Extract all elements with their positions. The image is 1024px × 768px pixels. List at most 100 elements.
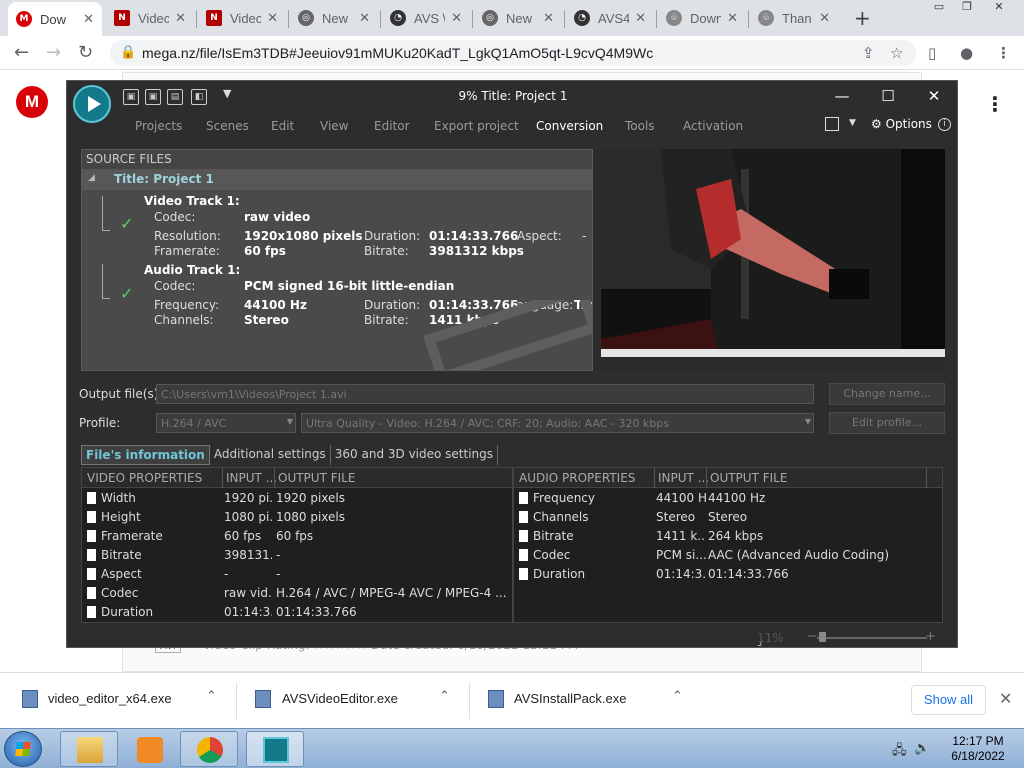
table-row[interactable]: Framerate 60 fps 60 fps xyxy=(82,527,512,546)
column-divider[interactable] xyxy=(926,468,927,488)
tab-files-information[interactable]: File's information xyxy=(81,445,210,465)
download-item-name[interactable]: AVSVideoEditor.exe xyxy=(282,691,398,706)
menu-view[interactable]: View xyxy=(320,119,348,133)
taskbar-media-player[interactable] xyxy=(120,731,178,767)
side-panel-icon[interactable]: ▯ xyxy=(928,44,936,62)
change-name-button[interactable]: Change name... xyxy=(829,383,945,405)
avs-maximize-icon[interactable]: ☐ xyxy=(877,87,899,105)
chevron-up-icon[interactable]: ⌃ xyxy=(672,689,683,704)
project-tree-item[interactable]: ◢ Title: Project 1 xyxy=(82,170,592,190)
table-row[interactable]: Duration01:14:3...01:14:33.766 xyxy=(82,603,512,622)
taskbar-avs-editor[interactable] xyxy=(246,731,304,767)
options-button[interactable]: ⚙ Options xyxy=(871,117,932,131)
table-row[interactable]: Bitrate 1411 k... 264 kbps xyxy=(514,527,942,546)
column-header[interactable]: VIDEO PROPERTIES xyxy=(87,471,202,485)
table-row[interactable]: Bitrate 398131...- xyxy=(82,546,512,565)
mega-logo[interactable]: M xyxy=(16,86,48,118)
collapse-triangle-icon[interactable]: ◢ xyxy=(88,173,95,183)
edit-profile-button[interactable]: Edit profile... xyxy=(829,412,945,434)
open-project-icon[interactable]: ▣ xyxy=(145,89,161,105)
restore-icon[interactable]: ❐ xyxy=(952,0,982,16)
column-header[interactable]: OUTPUT FILE xyxy=(278,471,355,485)
close-tab-icon[interactable]: ✕ xyxy=(727,11,738,26)
avs-close-icon[interactable]: ✕ xyxy=(923,87,945,105)
taskbar-explorer[interactable] xyxy=(60,731,118,767)
profile-preset-select[interactable]: Ultra Quality - Video: H.264 / AVC; CRF:… xyxy=(301,413,814,433)
network-icon[interactable]: 🖧 xyxy=(892,741,907,763)
menu-activation[interactable]: Activation xyxy=(683,119,743,133)
minimize-icon[interactable]: ▭ xyxy=(924,0,954,16)
browser-tab-new-1[interactable]: ◎ New ✕ xyxy=(290,4,378,32)
column-header[interactable]: AUDIO PROPERTIES xyxy=(519,471,635,485)
share-icon[interactable]: ⇪ xyxy=(862,44,875,62)
table-row[interactable]: Height 1080 pi... 1080 pixels xyxy=(82,508,512,527)
url-text[interactable]: mega.nz/file/IsEm3TDB#Jeeuiov91mMUKu20Ka… xyxy=(142,45,653,61)
column-divider[interactable] xyxy=(654,468,655,488)
download-item-name[interactable]: video_editor_x64.exe xyxy=(48,691,172,706)
save-project-icon[interactable]: ▤ xyxy=(167,89,183,105)
lock-icon[interactable]: 🔒 xyxy=(120,45,136,60)
table-row[interactable]: Aspect - - xyxy=(82,565,512,584)
checkmark-icon[interactable]: ✓ xyxy=(120,214,133,233)
system-clock[interactable]: 12:17 PM 6/18/2022 xyxy=(938,734,1018,764)
forward-icon[interactable]: → xyxy=(46,42,61,63)
show-all-button[interactable]: Show all xyxy=(911,685,986,715)
column-divider[interactable] xyxy=(706,468,707,488)
output-file-field[interactable]: C:\Users\vm1\Videos\Project 1.avi xyxy=(156,384,814,404)
avs-minimize-icon[interactable]: — xyxy=(831,87,853,105)
chrome-menu-icon[interactable]: ⋮ xyxy=(996,44,1011,62)
volume-icon[interactable]: 🔊 xyxy=(914,741,930,756)
tab-360-3d-settings[interactable]: 360 and 3D video settings xyxy=(331,445,499,465)
back-icon[interactable]: ← xyxy=(14,42,29,63)
table-row[interactable]: Channels Stereo Stereo xyxy=(514,508,942,527)
info-icon[interactable]: i xyxy=(938,118,951,131)
record-icon[interactable]: ◧ xyxy=(191,89,207,105)
menu-conversion[interactable]: Conversion xyxy=(536,119,603,133)
close-tab-icon[interactable]: ✕ xyxy=(359,11,370,26)
zoom-slider-handle[interactable] xyxy=(819,632,826,642)
browser-tab-new-2[interactable]: ◎ New ✕ xyxy=(474,4,562,32)
table-row[interactable]: Codec raw vid... H.264 / AVC / MPEG-4 AVC … xyxy=(82,584,512,603)
menu-editor[interactable]: Editor xyxy=(374,119,410,133)
close-tab-icon[interactable]: ✕ xyxy=(635,11,646,26)
column-header[interactable]: INPUT ... xyxy=(226,471,277,485)
new-tab-button[interactable]: + xyxy=(854,6,871,30)
menu-tools[interactable]: Tools xyxy=(625,119,655,133)
browser-tab-avs-2[interactable]: ◔ AVS4 ✕ xyxy=(566,4,654,32)
profile-format-select[interactable]: H.264 / AVC ▼ xyxy=(156,413,296,433)
menu-export-project[interactable]: Export project xyxy=(434,119,519,133)
bookmark-star-icon[interactable]: ☆ xyxy=(890,44,903,62)
browser-tab-avs-1[interactable]: ◔ AVS \ ✕ xyxy=(382,4,470,32)
zoom-in-icon[interactable]: + xyxy=(925,629,936,644)
close-tab-icon[interactable]: ✕ xyxy=(83,12,94,27)
mega-menu-icon[interactable]: ⋮ xyxy=(985,92,1005,116)
zoom-slider[interactable] xyxy=(817,637,927,639)
close-tab-icon[interactable]: ✕ xyxy=(267,11,278,26)
table-row[interactable]: Duration01:14:3...01:14:33.766 xyxy=(514,565,942,584)
new-project-icon[interactable]: ▣ xyxy=(123,89,139,105)
menu-projects[interactable]: Projects xyxy=(135,119,182,133)
table-row[interactable]: Codec PCM si... AAC (Advanced Audio Coding… xyxy=(514,546,942,565)
close-window-icon[interactable]: ✕ xyxy=(984,0,1014,16)
layout-dropdown-icon[interactable]: ▼ xyxy=(849,118,856,128)
table-row[interactable]: Frequency 44100 Hz44100 Hz xyxy=(514,489,942,508)
close-tab-icon[interactable]: ✕ xyxy=(451,11,462,26)
start-button[interactable] xyxy=(4,731,42,767)
tab-additional-settings[interactable]: Additional settings xyxy=(210,445,331,465)
column-divider[interactable] xyxy=(274,468,275,488)
chevron-up-icon[interactable]: ⌃ xyxy=(206,689,217,704)
address-bar[interactable]: 🔒 mega.nz/file/IsEm3TDB#Jeeuiov91mMUKu20… xyxy=(110,40,916,66)
taskbar-chrome[interactable] xyxy=(180,731,238,767)
close-tab-icon[interactable]: ✕ xyxy=(175,11,186,26)
close-tab-icon[interactable]: ✕ xyxy=(543,11,554,26)
close-shelf-icon[interactable]: ✕ xyxy=(999,689,1012,708)
checkmark-icon[interactable]: ✓ xyxy=(120,284,133,303)
column-header[interactable]: INPUT ... xyxy=(658,471,709,485)
column-header[interactable]: OUTPUT FILE xyxy=(710,471,787,485)
browser-tab-nch-1[interactable]: N Videc ✕ xyxy=(106,4,194,32)
menu-edit[interactable]: Edit xyxy=(271,119,294,133)
video-preview[interactable] xyxy=(601,149,945,371)
browser-tab-download[interactable]: ♧ Down ✕ xyxy=(658,4,746,32)
column-divider[interactable] xyxy=(222,468,223,488)
download-item-name[interactable]: AVSInstallPack.exe xyxy=(514,691,626,706)
